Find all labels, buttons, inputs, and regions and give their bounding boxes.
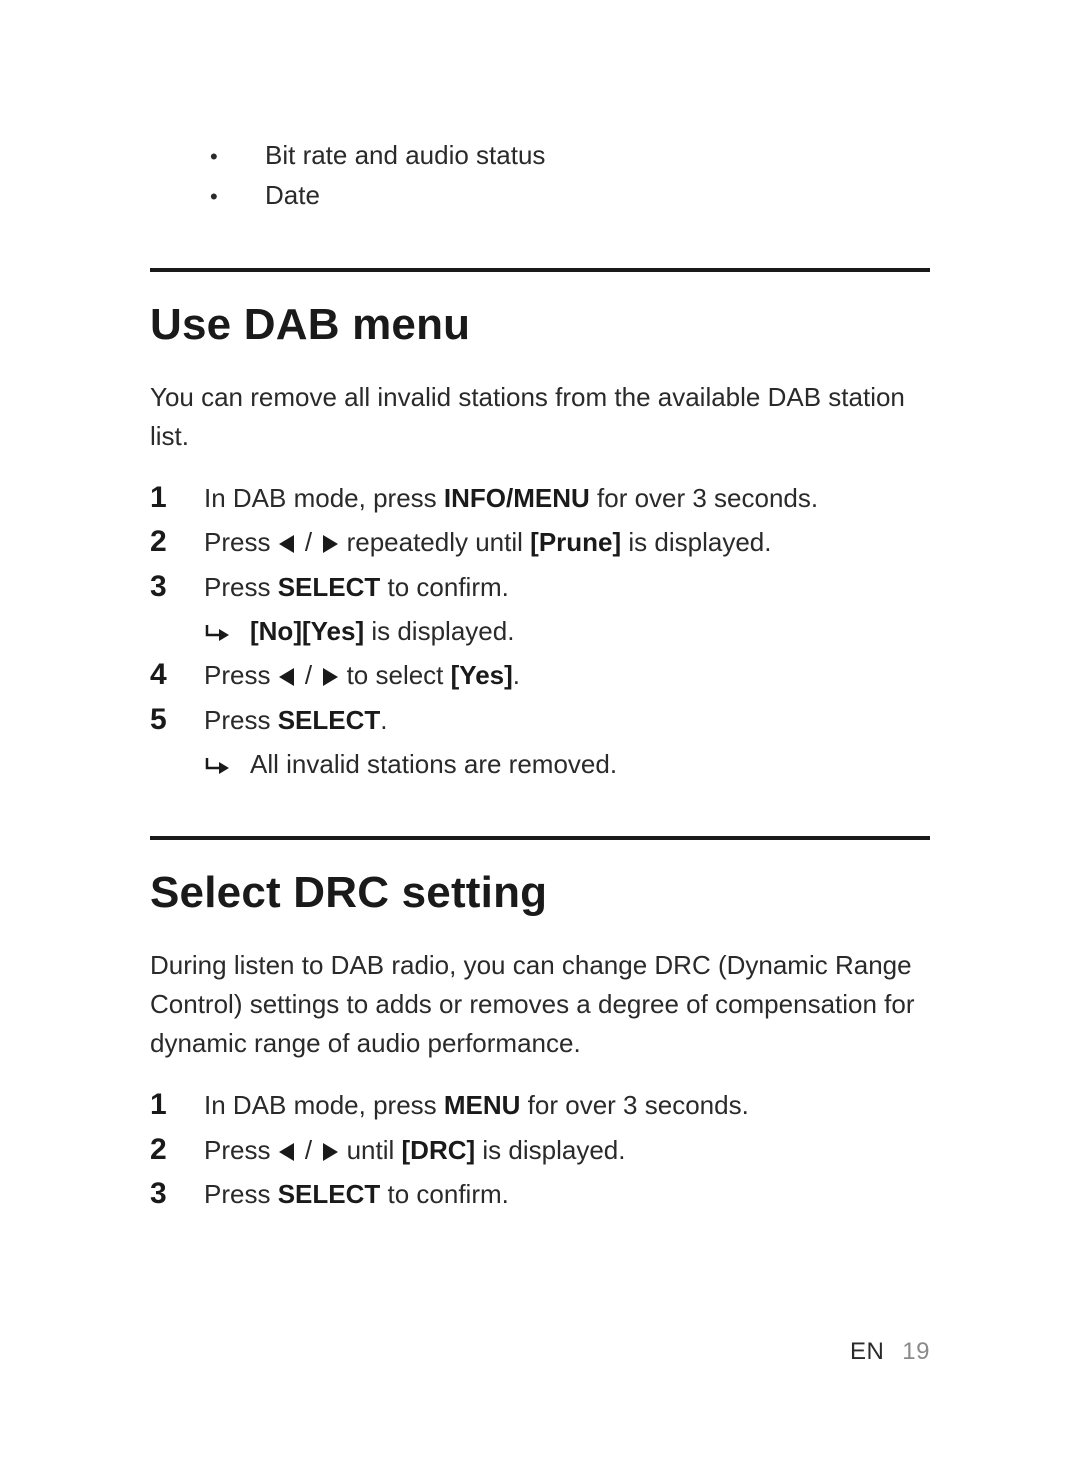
result-arrow-icon (204, 611, 250, 651)
bold-text: INFO/MENU (444, 483, 590, 513)
step-text: Press / until [DRC] is displayed. (204, 1130, 930, 1170)
bullet-text: Bit rate and audio status (265, 135, 545, 175)
bold-text: [DRC] (402, 1135, 476, 1165)
document-page: • Bit rate and audio status • Date Use D… (0, 0, 1080, 1481)
section-intro: You can remove all invalid stations from… (150, 378, 930, 456)
bullet-icon: • (210, 140, 265, 174)
step-2: 2 Press / repeatedly until [Prune] is di… (150, 522, 930, 563)
result-text: [No][Yes] is displayed. (250, 611, 514, 651)
text: for over 3 seconds. (590, 483, 818, 513)
step-number: 3 (150, 1174, 204, 1215)
text: Press (204, 572, 278, 602)
step-text: Press / to select [Yes]. (204, 655, 930, 695)
step-1: 1 In DAB mode, press INFO/MENU for over … (150, 478, 930, 519)
text: Press (204, 527, 278, 557)
text: is displayed. (475, 1135, 625, 1165)
step-number: 1 (150, 478, 204, 519)
text: is displayed. (621, 527, 771, 557)
step-number: 4 (150, 655, 204, 696)
result-text: All invalid stations are removed. (250, 744, 617, 784)
step-text: Press / repeatedly until [Prune] is disp… (204, 522, 930, 562)
text: to confirm. (380, 1179, 509, 1209)
section-divider (150, 268, 930, 272)
step-text: Press SELECT to confirm. [No][Yes] is di… (204, 567, 930, 652)
page-number: 19 (902, 1338, 930, 1365)
section-intro: During listen to DAB radio, you can chan… (150, 946, 930, 1063)
text: to select (339, 660, 450, 690)
bold-text: SELECT (278, 1179, 381, 1209)
language-code: EN (850, 1338, 884, 1365)
bold-text: MENU (444, 1090, 521, 1120)
text: until (339, 1135, 401, 1165)
bullet-icon: • (210, 180, 265, 214)
bold-text: [No][Yes] (250, 616, 364, 646)
step-5: 5 Press SELECT. All invalid stations are… (150, 700, 930, 785)
bold-text: [Prune] (530, 527, 621, 557)
list-item: • Bit rate and audio status (210, 135, 930, 175)
bold-text: SELECT (278, 705, 381, 735)
section-heading: Use DAB menu (150, 300, 930, 350)
text: . (513, 660, 520, 690)
text: In DAB mode, press (204, 1090, 444, 1120)
text: In DAB mode, press (204, 483, 444, 513)
list-item: • Date (210, 175, 930, 215)
step-text: Press SELECT to confirm. (204, 1174, 930, 1214)
page-footer: EN 19 (850, 1338, 930, 1366)
step-text: In DAB mode, press MENU for over 3 secon… (204, 1085, 930, 1125)
text: to confirm. (380, 572, 509, 602)
step-3: 3 Press SELECT to confirm. [No][Yes] is … (150, 567, 930, 652)
section-heading: Select DRC setting (150, 868, 930, 918)
left-right-nav-icon: / (278, 1135, 340, 1165)
step-number: 3 (150, 567, 204, 608)
left-right-nav-icon: / (278, 527, 340, 557)
top-bullet-list: • Bit rate and audio status • Date (210, 135, 930, 216)
step-number: 5 (150, 700, 204, 741)
text: Press (204, 1179, 278, 1209)
text: is displayed. (364, 616, 514, 646)
text: for over 3 seconds. (520, 1090, 748, 1120)
step-number: 2 (150, 522, 204, 563)
step-1: 1 In DAB mode, press MENU for over 3 sec… (150, 1085, 930, 1126)
step-result: All invalid stations are removed. (204, 744, 930, 784)
bold-text: SELECT (278, 572, 381, 602)
step-result: [No][Yes] is displayed. (204, 611, 930, 651)
text: Press (204, 660, 278, 690)
text: Press (204, 705, 278, 735)
step-3: 3 Press SELECT to confirm. (150, 1174, 930, 1215)
step-2: 2 Press / until [DRC] is displayed. (150, 1130, 930, 1171)
text: Press (204, 1135, 278, 1165)
result-arrow-icon (204, 744, 250, 784)
section-divider (150, 836, 930, 840)
step-4: 4 Press / to select [Yes]. (150, 655, 930, 696)
step-text: Press SELECT. All invalid stations are r… (204, 700, 930, 785)
text: repeatedly until (339, 527, 530, 557)
bullet-text: Date (265, 175, 320, 215)
text: . (380, 705, 387, 735)
step-number: 2 (150, 1130, 204, 1171)
step-text: In DAB mode, press INFO/MENU for over 3 … (204, 478, 930, 518)
bold-text: [Yes] (451, 660, 513, 690)
left-right-nav-icon: / (278, 660, 340, 690)
step-number: 1 (150, 1085, 204, 1126)
